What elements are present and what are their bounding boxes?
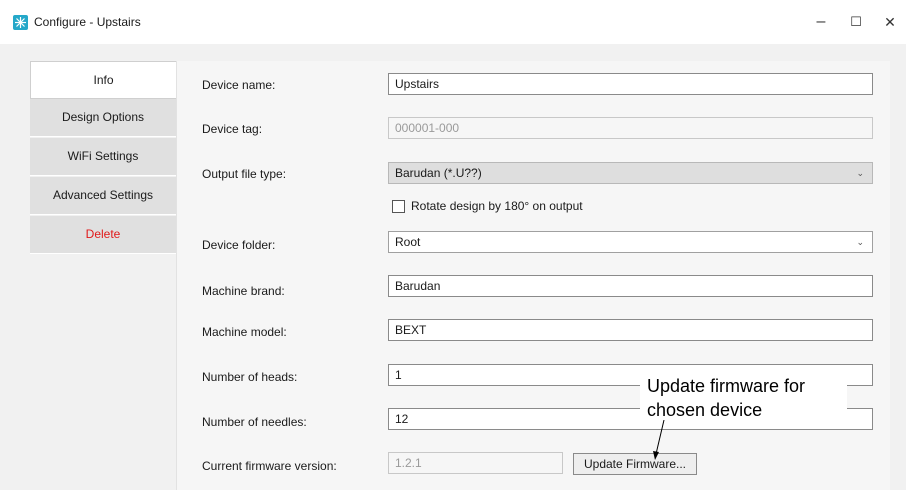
output-file-type-label: Output file type: [202,167,287,181]
title-bar: Configure - Upstairs – ☐ ✕ [0,0,906,44]
device-tag-field: 000001-000 [388,117,873,139]
rotate-design-checkbox[interactable] [392,200,405,213]
chevron-down-icon: ⌄ [856,237,864,247]
sidebar-item-design-options[interactable]: Design Options [30,99,176,137]
sidebar-item-wifi-settings[interactable]: WiFi Settings [30,138,176,176]
machine-model-label: Machine model: [202,325,287,339]
close-button[interactable]: ✕ [872,8,906,36]
device-name-label: Device name: [202,78,276,92]
output-file-type-select[interactable]: Barudan (*.U??) ⌄ [388,162,873,184]
device-folder-label: Device folder: [202,238,276,252]
maximize-button[interactable]: ☐ [838,8,874,36]
number-of-heads-label: Number of heads: [202,370,298,384]
output-file-type-value: Barudan (*.U??) [395,166,482,180]
firmware-version-label: Current firmware version: [202,459,337,473]
sidebar-item-delete[interactable]: Delete [30,216,176,254]
annotation-pointer-arrow [653,420,665,460]
machine-brand-field[interactable]: Barudan [388,275,873,297]
window-title: Configure - Upstairs [34,15,141,29]
machine-brand-label: Machine brand: [202,284,285,298]
minimize-button[interactable]: – [803,8,839,36]
device-folder-select[interactable]: Root ⌄ [388,231,873,253]
chevron-down-icon: ⌄ [856,168,864,178]
annotation-line-1: Update firmware for [647,376,806,396]
device-tag-label: Device tag: [202,122,263,136]
device-folder-value: Root [395,235,421,249]
annotation-line-2: chosen device [647,400,763,420]
machine-model-field[interactable]: BEXT [388,319,873,341]
device-name-field[interactable]: Upstairs [388,73,873,95]
update-firmware-button[interactable]: Update Firmware... [573,453,697,475]
sidebar-item-info[interactable]: Info [30,61,176,99]
rotate-design-label: Rotate design by 180° on output [411,199,583,213]
firmware-version-field: 1.2.1 [388,452,563,474]
sidebar-item-advanced-settings[interactable]: Advanced Settings [30,177,176,215]
app-logo-icon [13,15,28,30]
number-of-needles-label: Number of needles: [202,415,307,429]
